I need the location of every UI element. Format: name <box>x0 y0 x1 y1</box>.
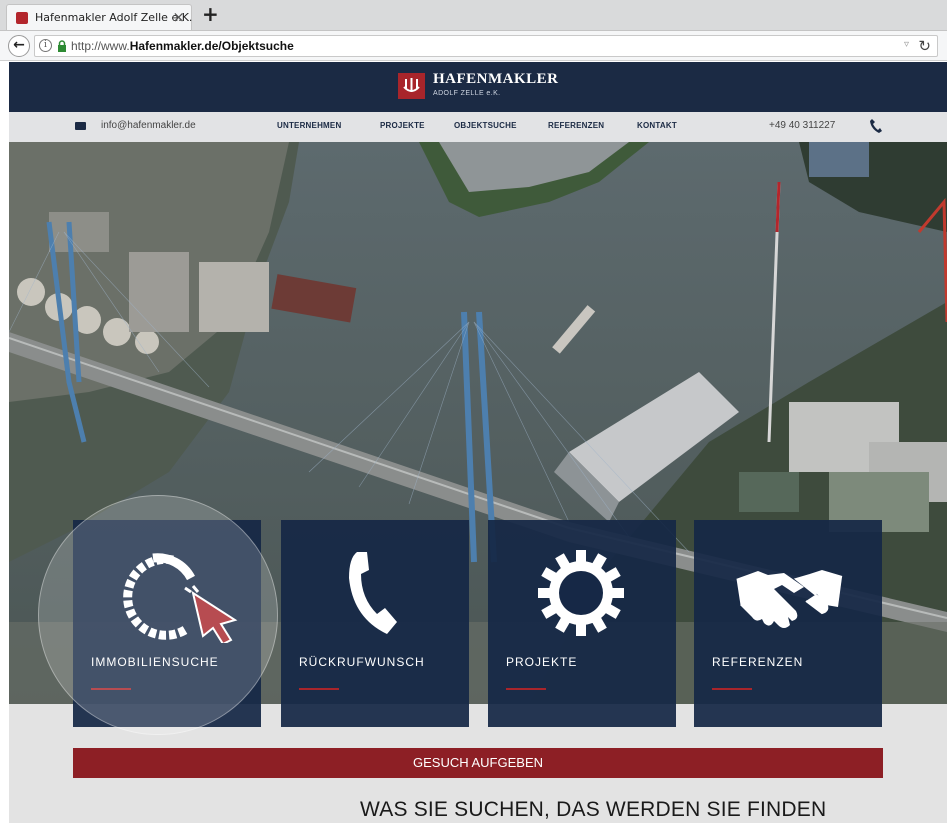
tile-divider <box>712 688 752 690</box>
tile-projekte[interactable]: PROJEKTE <box>488 520 676 727</box>
dropdown-icon[interactable]: ▿ <box>904 39 909 50</box>
phone-handset-icon <box>349 552 397 634</box>
nav-link-projekte[interactable]: PROJEKTE <box>380 121 425 130</box>
browser-nav-bar: ← i http://www.Hafenmakler.de/Objektsuch… <box>0 31 947 61</box>
browser-tab[interactable]: Hafenmakler Adolf Zelle e.K. × <box>6 4 192 30</box>
reload-icon[interactable]: ↻ <box>918 37 931 55</box>
top-navigation: info@hafenmakler.de UNTERNEHMEN PROJEKTE… <box>9 112 947 142</box>
url-prefix: http://www. <box>71 39 130 53</box>
favicon-icon <box>16 12 28 24</box>
url-text: http://www.Hafenmakler.de/Objektsuche <box>71 39 294 53</box>
url-bar[interactable]: i http://www.Hafenmakler.de/Objektsuche … <box>34 35 938 57</box>
tile-rueckrufwunsch[interactable]: RÜCKRUFWUNSCH <box>281 520 469 727</box>
url-path: /Objektsuche <box>218 39 294 53</box>
browser-tab-bar: Hafenmakler Adolf Zelle e.K. × + <box>0 0 947 31</box>
gear-icon <box>538 550 624 636</box>
site-header: HAFENMAKLER ADOLF ZELLE e.K. <box>9 62 947 112</box>
nav-link-referenzen[interactable]: REFERENZEN <box>548 121 604 130</box>
lock-icon <box>58 40 66 52</box>
handshake-icon <box>735 569 843 628</box>
page-headline: WAS SIE SUCHEN, DAS WERDEN SIE FINDEN <box>360 798 827 821</box>
url-domain: Hafenmakler.de <box>129 39 219 53</box>
tab-title: Hafenmakler Adolf Zelle e.K. <box>35 11 193 24</box>
tile-label: PROJEKTE <box>506 655 578 669</box>
phone-icon[interactable] <box>869 118 883 134</box>
tile-divider <box>506 688 546 690</box>
nav-link-objektsuche[interactable]: OBJEKTSUCHE <box>454 121 517 130</box>
close-tab-icon[interactable]: × <box>172 8 185 26</box>
envelope-icon <box>75 122 86 130</box>
tile-label: RÜCKRUFWUNSCH <box>299 655 425 669</box>
nav-link-unternehmen[interactable]: UNTERNEHMEN <box>277 121 341 130</box>
tile-label: REFERENZEN <box>712 655 804 669</box>
logo-subtitle: ADOLF ZELLE e.K. <box>433 90 501 97</box>
logo-title[interactable]: HAFENMAKLER <box>433 71 559 88</box>
tile-divider <box>299 688 339 690</box>
logo-emblem-icon[interactable] <box>398 73 425 99</box>
nav-email[interactable]: info@hafenmakler.de <box>101 120 196 131</box>
back-arrow-icon[interactable]: ← <box>8 35 30 57</box>
info-icon[interactable]: i <box>39 39 52 52</box>
nav-link-kontakt[interactable]: KONTAKT <box>637 121 677 130</box>
nav-phone[interactable]: +49 40 311227 <box>769 120 835 131</box>
gesuch-aufgeben-button[interactable]: GESUCH AUFGEBEN <box>73 748 883 778</box>
new-tab-button[interactable]: + <box>202 3 219 25</box>
tile-referenzen[interactable]: REFERENZEN <box>694 520 882 727</box>
click-highlight-circle <box>38 495 278 735</box>
